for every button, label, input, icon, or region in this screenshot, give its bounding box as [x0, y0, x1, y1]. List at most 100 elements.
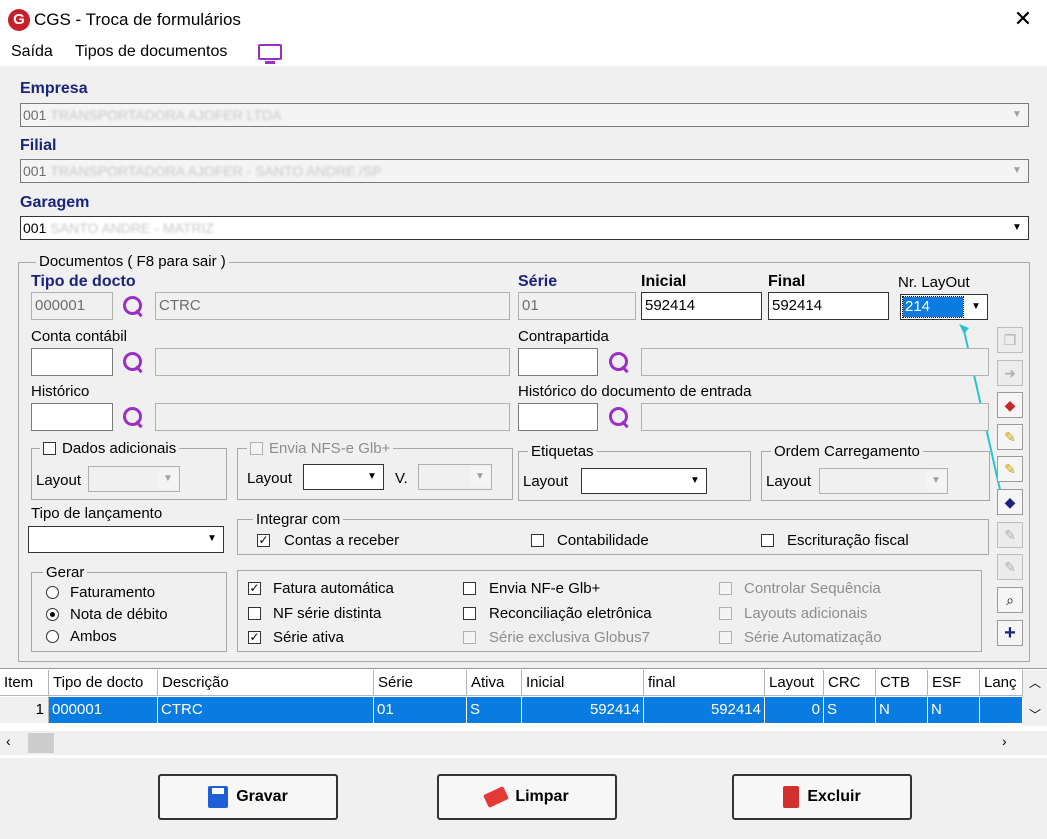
grid-header-final[interactable]: final — [644, 670, 765, 696]
grid-header-lanc[interactable]: Lanç — [980, 670, 1023, 696]
tipo-docto-code-input[interactable]: 000001 — [31, 292, 113, 320]
chevron-down-icon[interactable]: ▼ — [926, 471, 946, 491]
fatura-auto-checkbox[interactable]: ✓ — [248, 582, 261, 595]
ordem-layout-combo[interactable]: ▼ — [819, 468, 948, 494]
nfse-layout-combo[interactable]: ▼ — [303, 464, 384, 490]
inicial-input[interactable]: 592414 — [641, 292, 762, 320]
grid-cell-tipo[interactable]: 000001 — [49, 697, 158, 723]
monitor-icon[interactable] — [258, 44, 282, 64]
tipo-lancamento-combo[interactable]: ▼ — [28, 526, 224, 553]
search-icon[interactable] — [122, 295, 144, 317]
grid-header-crc[interactable]: CRC — [824, 670, 876, 696]
notes-icon[interactable]: ✎ — [997, 456, 1023, 482]
historico-entrada-input[interactable] — [518, 403, 598, 431]
grid-cell-layout[interactable]: 0 — [765, 697, 824, 723]
dados-layout-combo[interactable]: ▼ — [88, 466, 180, 492]
grid-header-inicial[interactable]: Inicial — [522, 670, 644, 696]
grid-header-ctb[interactable]: CTB — [876, 670, 928, 696]
grid-header-item[interactable]: Item — [0, 670, 49, 696]
menu-tipos-documentos[interactable]: Tipos de documentos — [75, 43, 227, 61]
chevron-down-icon[interactable]: ▼ — [202, 529, 222, 549]
grid-vscrollbar[interactable]: ︿ ﹀ — [1023, 670, 1047, 726]
chevron-down-icon[interactable]: ﹀ — [1023, 706, 1047, 723]
chevron-down-icon[interactable]: ▼ — [1007, 105, 1027, 125]
nf-serie-distinta-checkbox[interactable] — [248, 607, 261, 620]
grid-row-item[interactable]: 1 — [0, 697, 49, 723]
copy-icon[interactable]: ❐ — [997, 327, 1023, 353]
chevron-up-icon[interactable]: ︿ — [1023, 674, 1047, 691]
menu-saida[interactable]: Saída — [11, 43, 53, 61]
chevron-down-icon[interactable]: ▼ — [966, 297, 986, 317]
preview-icon[interactable]: ⌕ — [997, 587, 1023, 613]
layout-combo[interactable]: 214 ▼ — [900, 294, 988, 320]
grid-header-descricao[interactable]: Descrição — [158, 670, 374, 696]
grid-header-layout[interactable]: Layout — [765, 670, 824, 696]
eraser-icon[interactable]: ◆ — [997, 392, 1023, 418]
limpar-button[interactable]: Limpar — [437, 774, 617, 820]
grid-hscrollbar[interactable]: ‹ › — [0, 731, 1047, 755]
grid-cell-esf[interactable]: N — [928, 697, 980, 723]
dados-adicionais-checkbox[interactable] — [43, 442, 56, 455]
grid-cell-final[interactable]: 592414 — [644, 697, 765, 723]
inicial-label: Inicial — [641, 273, 687, 290]
chevron-down-icon[interactable]: ▼ — [1007, 218, 1027, 238]
serie-automatizacao-checkbox[interactable] — [719, 631, 732, 644]
search-icon[interactable] — [608, 406, 630, 428]
reconciliacao-checkbox[interactable] — [463, 607, 476, 620]
filial-combo[interactable]: 001 TRANSPORTADORA AJOFER - SANTO ANDRE /… — [20, 159, 1029, 183]
escrituracao-checkbox[interactable] — [761, 534, 774, 547]
search-icon[interactable] — [122, 351, 144, 373]
etiquetas-layout-combo[interactable]: ▼ — [581, 468, 707, 494]
grid-cell-crc[interactable]: S — [824, 697, 876, 723]
grid-cell-ativa[interactable]: S — [467, 697, 522, 723]
serie-input[interactable]: 01 — [518, 292, 636, 320]
controlar-seq-checkbox[interactable] — [719, 582, 732, 595]
stack-icon[interactable]: ◆ — [997, 489, 1023, 515]
chevron-down-icon[interactable]: ▼ — [470, 467, 490, 487]
radio-nota-debito[interactable] — [46, 608, 59, 621]
radio-faturamento[interactable] — [46, 586, 59, 599]
search-icon[interactable] — [608, 351, 630, 373]
grid-header-esf[interactable]: ESF — [928, 670, 980, 696]
chevron-left-icon[interactable]: ‹ — [6, 733, 11, 749]
chevron-down-icon[interactable]: ▼ — [158, 469, 178, 489]
document-icon[interactable]: ✎ — [997, 554, 1023, 580]
close-icon[interactable]: ✕ — [1012, 6, 1034, 32]
chevron-down-icon[interactable]: ▼ — [1007, 161, 1027, 181]
grid-cell-serie[interactable]: 01 — [374, 697, 467, 723]
grid-header-tipo[interactable]: Tipo de docto — [49, 670, 158, 696]
historico-input[interactable] — [31, 403, 113, 431]
export-icon[interactable]: ➜ — [997, 360, 1023, 386]
grid-cell-ctb[interactable]: N — [876, 697, 928, 723]
search-icon[interactable] — [122, 406, 144, 428]
final-input[interactable]: 592414 — [768, 292, 889, 320]
grid-cell-inicial[interactable]: 592414 — [522, 697, 644, 723]
grid-cell-descricao[interactable]: CTRC — [158, 697, 374, 723]
edit-icon[interactable]: ✎ — [997, 424, 1023, 450]
serie-exclusiva-checkbox[interactable] — [463, 631, 476, 644]
layouts-adicionais-checkbox[interactable] — [719, 607, 732, 620]
conta-contabil-input[interactable] — [31, 348, 113, 376]
radio-ambos[interactable] — [46, 630, 59, 643]
empresa-combo[interactable]: 001 TRANSPORTADORA AJOFER LTDA ▼ — [20, 103, 1029, 127]
grid-cell-lanc[interactable] — [980, 697, 1023, 723]
grid-header-ativa[interactable]: Ativa — [467, 670, 522, 696]
hscroll-thumb[interactable] — [28, 733, 54, 753]
contas-receber-checkbox[interactable]: ✓ — [257, 534, 270, 547]
chevron-down-icon[interactable]: ▼ — [685, 471, 705, 491]
contabilidade-checkbox[interactable] — [531, 534, 544, 547]
serie-ativa-checkbox[interactable]: ✓ — [248, 631, 261, 644]
garagem-combo[interactable]: 001 SANTO ANDRE - MATRIZ ▼ — [20, 216, 1029, 240]
gravar-button[interactable]: Gravar — [158, 774, 338, 820]
chevron-right-icon[interactable]: › — [1002, 733, 1007, 749]
nfse-checkbox[interactable] — [250, 442, 263, 455]
contrapartida-input[interactable] — [518, 348, 598, 376]
excluir-button[interactable]: Excluir — [732, 774, 912, 820]
print-icon[interactable]: ✎ — [997, 522, 1023, 548]
nfse-v-combo[interactable]: ▼ — [418, 464, 492, 490]
add-icon[interactable]: + — [997, 620, 1023, 646]
tipo-docto-desc-input[interactable]: CTRC — [155, 292, 510, 320]
grid-header-serie[interactable]: Série — [374, 670, 467, 696]
chevron-down-icon[interactable]: ▼ — [362, 467, 382, 487]
envia-nfe-checkbox[interactable] — [463, 582, 476, 595]
